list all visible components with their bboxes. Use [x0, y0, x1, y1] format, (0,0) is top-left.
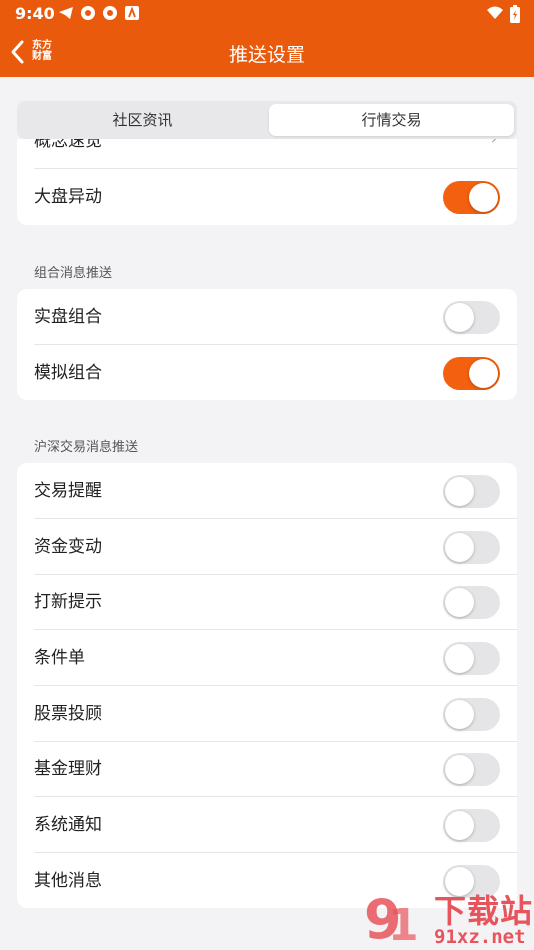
settings-card-portfolio: 实盘组合 模拟组合 — [17, 289, 517, 400]
toggle-switch[interactable] — [443, 357, 500, 390]
setting-row-fund-wealth[interactable]: 基金理财 — [17, 741, 517, 797]
setting-row-conditional-order[interactable]: 条件单 — [17, 630, 517, 686]
app-header: 9:40 东方 财富 推送设置 — [0, 0, 534, 77]
setting-label: 模拟组合 — [34, 363, 102, 383]
setting-label: 基金理财 — [34, 759, 102, 779]
wifi-icon — [486, 5, 504, 27]
page-title: 推送设置 — [228, 44, 305, 66]
toggle-switch[interactable] — [443, 642, 500, 675]
font-icon — [124, 5, 140, 21]
setting-label: 条件单 — [34, 648, 85, 668]
setting-label: 资金变动 — [34, 537, 102, 557]
setting-label: 股票投顾 — [34, 704, 102, 724]
settings-card-market: 概念速览 › 大盘异动 — [17, 139, 517, 225]
tab-market-trading[interactable]: 行情交易 — [269, 104, 514, 136]
setting-row-market-movement[interactable]: 大盘异动 — [17, 169, 517, 225]
toggle-switch[interactable] — [443, 181, 500, 214]
setting-row-stock-advisor[interactable]: 股票投顾 — [17, 686, 517, 742]
setting-label: 系统通知 — [34, 815, 102, 835]
toggle-switch[interactable] — [443, 475, 500, 508]
tab-community-news[interactable]: 社区资讯 — [20, 104, 265, 136]
setting-row-concept-overview[interactable]: 概念速览 › — [17, 139, 517, 169]
toggle-switch[interactable] — [443, 809, 500, 842]
setting-row-system-notice[interactable]: 系统通知 — [17, 797, 517, 853]
toggle-switch[interactable] — [443, 586, 500, 619]
setting-label: 实盘组合 — [34, 307, 102, 327]
toggle-switch[interactable] — [443, 698, 500, 731]
settings-card-trading: 交易提醒 资金变动 打新提示 条件单 股票投顾 基金理财 系统通知 其他消息 — [17, 463, 517, 908]
setting-label: 打新提示 — [34, 592, 102, 612]
status-bar: 9:40 — [0, 0, 534, 28]
segmented-tabs: 社区资讯 行情交易 — [17, 101, 517, 139]
telegram-icon — [58, 5, 74, 21]
app-badge-icon — [80, 5, 96, 21]
chevron-right-icon: › — [491, 139, 497, 148]
setting-row-live-portfolio[interactable]: 实盘组合 — [17, 289, 517, 345]
toggle-switch[interactable] — [443, 531, 500, 564]
toggle-switch[interactable] — [443, 301, 500, 334]
setting-label: 大盘异动 — [34, 187, 102, 207]
setting-row-ipo-tips[interactable]: 打新提示 — [17, 574, 517, 630]
app-badge-icon — [102, 5, 118, 21]
section-title: 沪深交易消息推送 — [34, 440, 139, 455]
watermark-url: 91xz.net — [434, 926, 526, 948]
setting-row-trade-reminder[interactable]: 交易提醒 — [17, 463, 517, 519]
svg-text:1: 1 — [388, 900, 419, 950]
status-time: 9:40 — [15, 4, 55, 23]
setting-label: 概念速览 — [34, 139, 102, 151]
watermark: 9 1 下载站 91xz.net — [362, 884, 534, 950]
toggle-switch[interactable] — [443, 753, 500, 786]
setting-row-sim-portfolio[interactable]: 模拟组合 — [17, 345, 517, 400]
battery-icon — [510, 5, 520, 27]
setting-row-fund-change[interactable]: 资金变动 — [17, 519, 517, 575]
setting-label: 其他消息 — [34, 871, 102, 891]
section-title: 组合消息推送 — [34, 266, 113, 281]
setting-label: 交易提醒 — [34, 481, 102, 501]
